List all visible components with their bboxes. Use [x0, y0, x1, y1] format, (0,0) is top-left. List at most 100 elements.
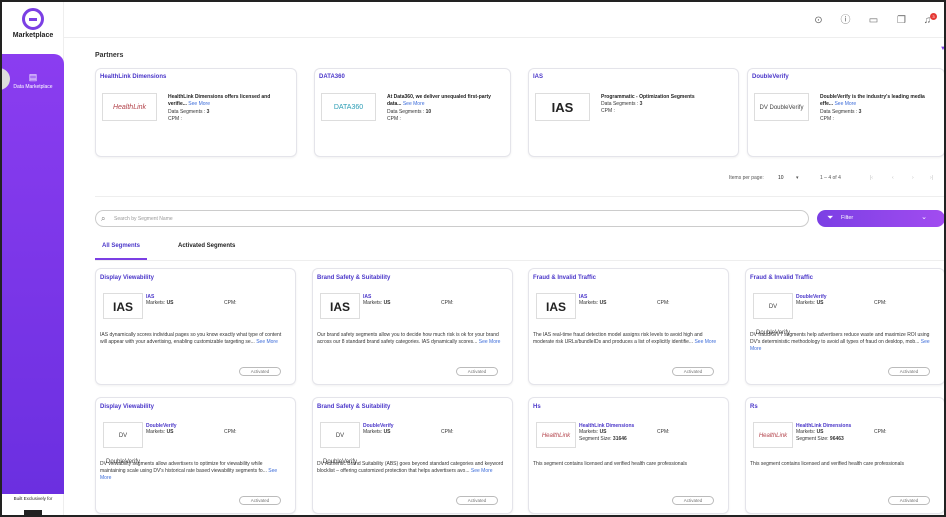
partner-desc: Programmatic - Optimization Segments [601, 94, 695, 100]
segment-markets: Markets: US [363, 429, 391, 435]
partner-cpm: CPM : [168, 116, 182, 122]
partner-name[interactable]: DoubleVerify [752, 74, 789, 80]
partner-desc: HealthLink Dimensions offers licensed an… [168, 94, 271, 107]
tab-all-segments[interactable]: All Segments [102, 243, 140, 249]
segment-logo: HealthLink [536, 422, 576, 448]
segment-title[interactable]: Rs [750, 404, 758, 410]
segment-card[interactable]: Rs HealthLink HealthLink Dimensions Markets… [745, 397, 944, 514]
segment-markets: Markets: US [363, 300, 391, 306]
partner-logo: DV DoubleVerify [754, 93, 809, 121]
segment-desc: The IAS real-time fraud detection model … [533, 332, 717, 345]
segment-cpm: CPM: [874, 300, 887, 306]
segment-cpm: CPM: [224, 300, 237, 306]
card-icon[interactable]: ▭ [868, 15, 879, 26]
tab-activated-segments[interactable]: Activated Segments [178, 243, 235, 249]
partner-segments: Data Segments : 10 [387, 109, 432, 115]
partner-name[interactable]: DATA360 [319, 74, 345, 80]
first-page-icon[interactable]: |‹ [870, 175, 873, 181]
segment-title[interactable]: Hs [533, 404, 541, 410]
built-for-text: Built Exclusively for [13, 496, 53, 501]
copy-icon[interactable]: ❐ [896, 15, 907, 26]
segment-title[interactable]: Fraud & Invalid Traffic [750, 275, 813, 281]
search-input[interactable]: ⌕ Search by Segment Name [95, 210, 809, 227]
partner-segments: Data Segments : 3 [168, 109, 210, 115]
status-badge: Activated [888, 367, 930, 376]
chevron-down-icon[interactable]: ▾ [796, 175, 799, 181]
filter-button[interactable]: ⏷ Filter ⌄ [817, 210, 944, 227]
partner-segments: Data Segments : 3 [601, 101, 643, 107]
items-per-page-label: Items per page: [729, 175, 764, 181]
segment-logo: HealthLink [753, 422, 793, 448]
partner-logo: DATA360 [321, 93, 376, 121]
status-badge: Activated [888, 496, 930, 505]
search-icon: ⌕ [101, 214, 106, 223]
chevron-down-icon: ⌄ [921, 214, 927, 221]
see-more-link[interactable]: See More [256, 339, 278, 345]
partner-logo: IAS [535, 93, 590, 121]
segment-desc: This segment contains licensed and verif… [533, 461, 687, 467]
segment-card[interactable]: Fraud & Invalid Traffic DV DoubleVerify Do… [745, 268, 944, 385]
notification-badge: 3 [930, 13, 937, 20]
segment-logo: DV DoubleVerify [320, 422, 360, 465]
section-divider [95, 196, 944, 197]
segment-cpm: CPM: [657, 300, 670, 306]
partner-desc: At Data360, we deliver unequaled first-p… [387, 94, 491, 107]
see-more-link[interactable]: See More [403, 101, 425, 107]
sidebar: Marketplace ▤ Data Marketplace Built Exc… [2, 2, 64, 515]
items-per-page-select[interactable]: 10 [778, 175, 784, 181]
segment-cpm: CPM: [224, 429, 237, 435]
next-page-icon[interactable]: › [912, 175, 914, 181]
brand-name: Marketplace [12, 32, 54, 39]
partner-segments: Data Segments : 3 [820, 109, 862, 115]
status-badge: Activated [239, 496, 281, 505]
partner-name[interactable]: IAS [533, 74, 543, 80]
prev-page-icon[interactable]: ‹ [892, 175, 894, 181]
segment-cpm: CPM: [657, 429, 670, 435]
marketplace-logo-icon[interactable] [22, 8, 44, 30]
see-more-link[interactable]: See More [479, 339, 501, 345]
partner-logo: HealthLink [102, 93, 157, 121]
segment-card[interactable]: Display Viewability IAS IAS Markets: US CPM:… [95, 268, 296, 385]
segment-card[interactable]: Hs HealthLink HealthLink Dimensions Markets… [528, 397, 729, 514]
partner-desc: DoubleVerify is the industry's leading m… [820, 94, 925, 107]
segment-cpm: CPM: [441, 300, 454, 306]
status-badge: Activated [672, 367, 714, 376]
segment-card[interactable]: Brand Safety & Suitability DV DoubleVerif… [312, 397, 513, 514]
app-window: Marketplace ▤ Data Marketplace Built Exc… [0, 0, 946, 517]
segment-title[interactable]: Display Viewability [100, 404, 154, 410]
funnel-icon: ⏷ [827, 213, 834, 222]
segment-card[interactable]: Fraud & Invalid Traffic IAS IAS Markets: US… [528, 268, 729, 385]
help-icon[interactable]: ⓘ [840, 15, 851, 26]
segment-markets: Markets: US [796, 429, 824, 435]
segment-title[interactable]: Brand Safety & Suitability [317, 275, 390, 281]
partner-name[interactable]: HealthLink Dimensions [100, 74, 166, 80]
segment-desc: DV viewability segments allow advertiser… [100, 461, 278, 481]
see-more-link[interactable]: See More [694, 339, 716, 345]
segment-desc: DV Authentic Brand Suitability (ABS) goe… [317, 461, 504, 474]
segment-logo: DV DoubleVerify [103, 422, 143, 465]
partner-card[interactable]: DATA360 DATA360 At Data360, we deliver u… [314, 68, 511, 157]
partner-cpm: CPM : [820, 116, 834, 122]
segment-markets: Markets: US [146, 429, 174, 435]
see-more-link[interactable]: See More [834, 101, 856, 107]
segment-card[interactable]: Display Viewability DV DoubleVerify Double… [95, 397, 296, 514]
partner-card[interactable]: HealthLink Dimensions HealthLink HealthL… [95, 68, 297, 157]
location-icon[interactable]: ⊙ [813, 15, 824, 26]
segment-desc: This segment contains licensed and verif… [750, 461, 904, 467]
segment-title[interactable]: Brand Safety & Suitability [317, 404, 390, 410]
pagination-range: 1 – 4 of 4 [820, 175, 841, 181]
partner-card[interactable]: DoubleVerify DV DoubleVerify DoubleVerif… [747, 68, 944, 157]
filter-label: Filter [841, 215, 854, 221]
see-more-link[interactable]: See More [188, 101, 210, 107]
segment-card[interactable]: Brand Safety & Suitability IAS IAS Markets:… [312, 268, 513, 385]
filter-icon[interactable]: ▼ [940, 46, 944, 52]
last-page-icon[interactable]: ›| [930, 175, 933, 181]
partner-card[interactable]: IAS IAS Programmatic - Optimization Segm… [528, 68, 739, 157]
see-more-link[interactable]: See More [471, 468, 493, 474]
partners-title: Partners [95, 52, 124, 59]
segment-title[interactable]: Display Viewability [100, 275, 154, 281]
sidebar-item-data-marketplace[interactable]: ▤ Data Marketplace [2, 72, 64, 102]
segment-title[interactable]: Fraud & Invalid Traffic [533, 275, 596, 281]
segment-markets: Markets: US [579, 429, 607, 435]
search-placeholder: Search by Segment Name [114, 216, 173, 222]
